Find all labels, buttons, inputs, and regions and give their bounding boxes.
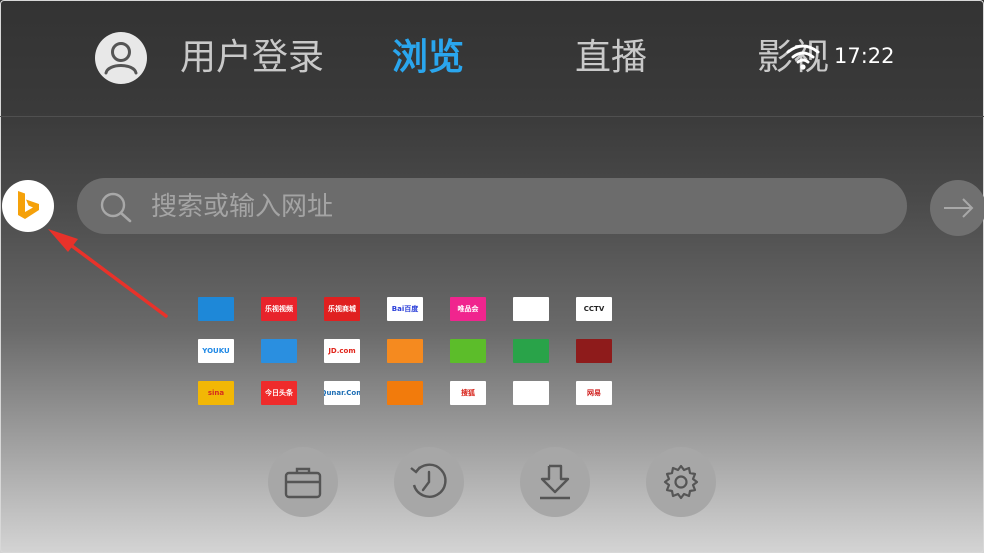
tab-browse[interactable]: 浏览 — [392, 30, 464, 86]
status-time: 17:22 — [834, 44, 895, 68]
shortcut-grid: 乐视视频 乐视商城 Bai百度 唯品会 CCTV YOUKU JD.com sina 今日头条 Q… — [198, 297, 612, 405]
go-button[interactable] — [930, 180, 984, 236]
shortcut-tile[interactable]: Qunar.Com — [324, 381, 360, 405]
shortcut-tile[interactable] — [450, 339, 486, 363]
history-icon — [410, 463, 447, 498]
shortcut-tile[interactable]: 乐视商城 — [324, 297, 360, 321]
shortcut-tile[interactable] — [387, 381, 423, 405]
shortcut-tile[interactable]: sina — [198, 381, 234, 405]
shortcut-tile[interactable] — [261, 339, 297, 363]
status-bar: 17:22 — [786, 42, 895, 70]
shortcut-tile[interactable]: 今日头条 — [261, 381, 297, 405]
download-icon — [540, 464, 570, 500]
shortcut-tile[interactable]: Bai百度 — [387, 297, 423, 321]
settings-button[interactable] — [646, 447, 716, 517]
shortcut-tile[interactable]: 搜狐 — [450, 381, 486, 405]
history-button[interactable] — [394, 447, 464, 517]
shortcut-tile[interactable] — [513, 381, 549, 405]
user-icon — [104, 42, 138, 75]
tab-user-login[interactable]: 用户登录 — [180, 30, 324, 86]
shortcut-tile[interactable]: CCTV — [576, 297, 612, 321]
folder-icon — [284, 467, 322, 499]
files-button[interactable] — [268, 447, 338, 517]
download-button[interactable] — [520, 447, 590, 517]
shortcut-tile[interactable] — [387, 339, 423, 363]
search-icon — [100, 192, 132, 223]
shortcut-tile[interactable] — [576, 339, 612, 363]
shortcut-tile[interactable]: 乐视视频 — [261, 297, 297, 321]
bing-icon — [18, 191, 39, 219]
search-engine-button[interactable] — [2, 180, 54, 232]
shortcut-tile[interactable]: JD.com — [324, 339, 360, 363]
shortcut-tile[interactable]: 网易 — [576, 381, 612, 405]
shortcut-tile[interactable] — [513, 339, 549, 363]
top-nav: 用户登录 浏览 直播 影视 17:22 — [0, 0, 984, 117]
shortcut-tile[interactable] — [513, 297, 549, 321]
gear-icon — [663, 464, 699, 500]
search-input[interactable] — [149, 186, 873, 228]
arrow-right-icon — [944, 198, 974, 218]
avatar[interactable] — [95, 32, 147, 84]
tab-live[interactable]: 直播 — [575, 30, 647, 86]
search-box[interactable] — [77, 178, 907, 234]
shortcut-tile[interactable]: YOUKU — [198, 339, 234, 363]
wifi-icon — [786, 44, 820, 70]
shortcut-tile[interactable] — [198, 297, 234, 321]
shortcut-tile[interactable]: 唯品会 — [450, 297, 486, 321]
